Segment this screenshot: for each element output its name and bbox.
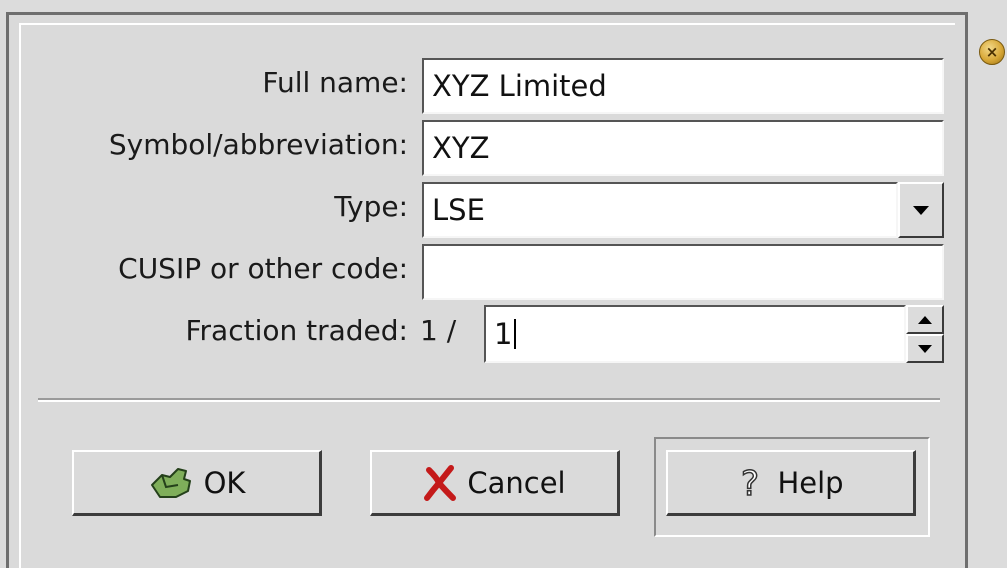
screen: × Full name: XYZ Limited Symbol/abbrevia…	[0, 0, 1007, 568]
full-name-value: XYZ Limited	[432, 69, 607, 103]
spin-down-icon	[918, 344, 932, 353]
help-question-icon: ?	[737, 463, 767, 503]
close-button[interactable]: ×	[979, 39, 1005, 65]
symbol-label: Symbol/abbreviation:	[108, 128, 408, 161]
chevron-down-icon	[913, 205, 929, 215]
symbol-input[interactable]: XYZ	[422, 120, 944, 176]
cusip-input[interactable]	[422, 244, 944, 300]
fraction-spin-buttons	[906, 305, 944, 363]
cancel-x-icon	[423, 464, 457, 502]
symbol-value: XYZ	[432, 131, 490, 165]
full-name-label: Full name:	[262, 66, 408, 99]
help-label: Help	[777, 465, 844, 500]
text-cursor	[514, 319, 517, 349]
ok-label: OK	[203, 465, 246, 500]
type-dropdown-button[interactable]	[898, 182, 944, 238]
fraction-spin-input[interactable]: 1	[484, 305, 906, 363]
fraction-value: 1	[494, 317, 513, 351]
cancel-button[interactable]: Cancel	[370, 450, 620, 516]
full-name-input[interactable]: XYZ Limited	[422, 58, 944, 114]
spin-down-button[interactable]	[906, 334, 944, 363]
type-label: Type:	[334, 190, 408, 223]
separator	[38, 398, 940, 402]
svg-text:?: ?	[741, 464, 759, 503]
cusip-label: CUSIP or other code:	[118, 252, 408, 285]
fraction-prefix: 1 /	[420, 314, 457, 347]
close-icon: ×	[985, 42, 999, 61]
cancel-label: Cancel	[467, 465, 566, 500]
help-button[interactable]: ? Help	[666, 450, 916, 516]
spin-up-icon	[918, 315, 932, 324]
ok-hand-icon	[148, 465, 194, 501]
type-combo-entry[interactable]: LSE	[422, 182, 898, 238]
fraction-label: Fraction traded:	[185, 314, 408, 347]
spin-up-button[interactable]	[906, 305, 944, 334]
type-value: LSE	[432, 193, 485, 227]
ok-button[interactable]: OK	[72, 450, 322, 516]
